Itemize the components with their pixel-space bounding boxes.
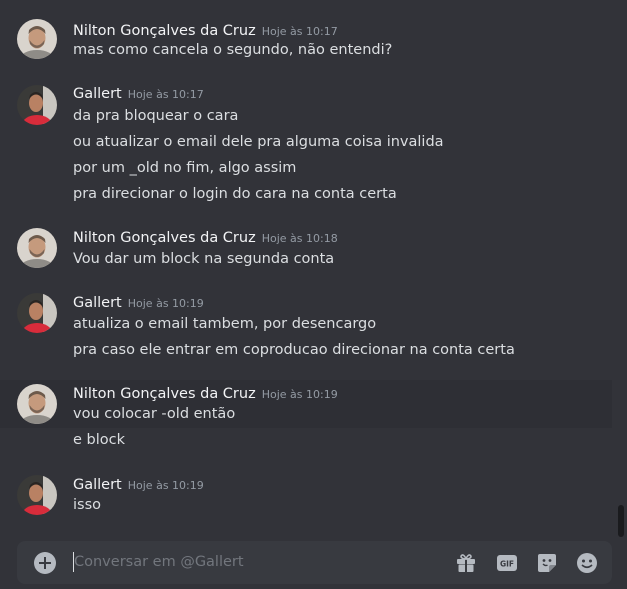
message-text: por um _old no fim, algo assim bbox=[73, 160, 297, 176]
scrollbar-thumb[interactable] bbox=[618, 505, 624, 537]
message-group: Nilton Gonçalves da Cruz Hoje às 10:18 Vo… bbox=[0, 220, 612, 285]
emoji-icon[interactable] bbox=[576, 552, 598, 574]
message-header: Nilton Gonçalves da Cruz Hoje às 10:17 bbox=[73, 20, 338, 40]
author-name[interactable]: Nilton Gonçalves da Cruz bbox=[73, 230, 256, 246]
author-name[interactable]: Gallert bbox=[73, 477, 122, 493]
message-header: Gallert Hoje às 10:17 bbox=[73, 83, 204, 103]
timestamp: Hoje às 10:19 bbox=[127, 479, 204, 492]
message-group: Nilton Gonçalves da Cruz Hoje às 10:17 ma… bbox=[0, 0, 612, 75]
gift-icon[interactable] bbox=[455, 552, 477, 574]
message-header: Nilton Gonçalves da Cruz Hoje às 10:18 bbox=[73, 227, 338, 247]
author-name[interactable]: Gallert bbox=[73, 86, 122, 102]
gif-icon[interactable]: GIF bbox=[496, 552, 518, 574]
avatar[interactable] bbox=[17, 384, 57, 424]
avatar[interactable] bbox=[17, 85, 57, 125]
message-text: pra direcionar o login do cara na conta … bbox=[73, 186, 397, 202]
avatar[interactable] bbox=[17, 475, 57, 515]
message-list: Nilton Gonçalves da Cruz Hoje às 10:17 ma… bbox=[0, 0, 627, 540]
avatar[interactable] bbox=[17, 228, 57, 268]
gif-label: GIF bbox=[500, 560, 514, 569]
chat-window: Nilton Gonçalves da Cruz Hoje às 10:17 ma… bbox=[0, 0, 627, 589]
message-text: atualiza o email tambem, por desencargo bbox=[73, 316, 377, 332]
avatar[interactable] bbox=[17, 19, 57, 59]
message-text: da pra bloquear o cara bbox=[73, 108, 239, 124]
timestamp: Hoje às 10:19 bbox=[261, 388, 338, 401]
sticker-icon[interactable] bbox=[536, 552, 558, 574]
message-scrollbar[interactable] bbox=[614, 0, 627, 540]
author-name[interactable]: Nilton Gonçalves da Cruz bbox=[73, 386, 256, 402]
timestamp: Hoje às 10:17 bbox=[127, 88, 204, 101]
message-text: ou atualizar o email dele pra alguma coi… bbox=[73, 134, 444, 150]
message-text: e block bbox=[73, 432, 126, 448]
author-name[interactable]: Nilton Gonçalves da Cruz bbox=[73, 23, 256, 39]
timestamp: Hoje às 10:17 bbox=[261, 25, 338, 38]
message-composer: GIF bbox=[17, 541, 612, 584]
message-text: isso bbox=[73, 497, 102, 513]
message-text: Vou dar um block na segunda conta bbox=[73, 251, 335, 267]
message-group: Gallert Hoje às 10:19 isso bbox=[0, 465, 612, 525]
plus-circle-icon[interactable] bbox=[34, 552, 56, 574]
timestamp: Hoje às 10:19 bbox=[127, 297, 204, 310]
message-input[interactable] bbox=[74, 549, 434, 575]
message-header: Gallert Hoje às 10:19 bbox=[73, 474, 204, 494]
message-group: Nilton Gonçalves da Cruz Hoje às 10:19 vo… bbox=[0, 380, 612, 465]
avatar[interactable] bbox=[17, 293, 57, 333]
timestamp: Hoje às 10:18 bbox=[261, 232, 338, 245]
author-name[interactable]: Gallert bbox=[73, 295, 122, 311]
message-header: Nilton Gonçalves da Cruz Hoje às 10:19 bbox=[73, 383, 338, 403]
message-group: Gallert Hoje às 10:19 atualiza o email ta… bbox=[0, 285, 612, 380]
message-text: pra caso ele entrar em coproducao direci… bbox=[73, 342, 515, 358]
message-header: Gallert Hoje às 10:19 bbox=[73, 292, 204, 312]
message-text: mas como cancela o segundo, não entendi? bbox=[73, 42, 393, 58]
message-text: vou colocar -old então bbox=[73, 406, 236, 422]
message-group: Gallert Hoje às 10:17 da pra bloquear o c… bbox=[0, 75, 612, 220]
